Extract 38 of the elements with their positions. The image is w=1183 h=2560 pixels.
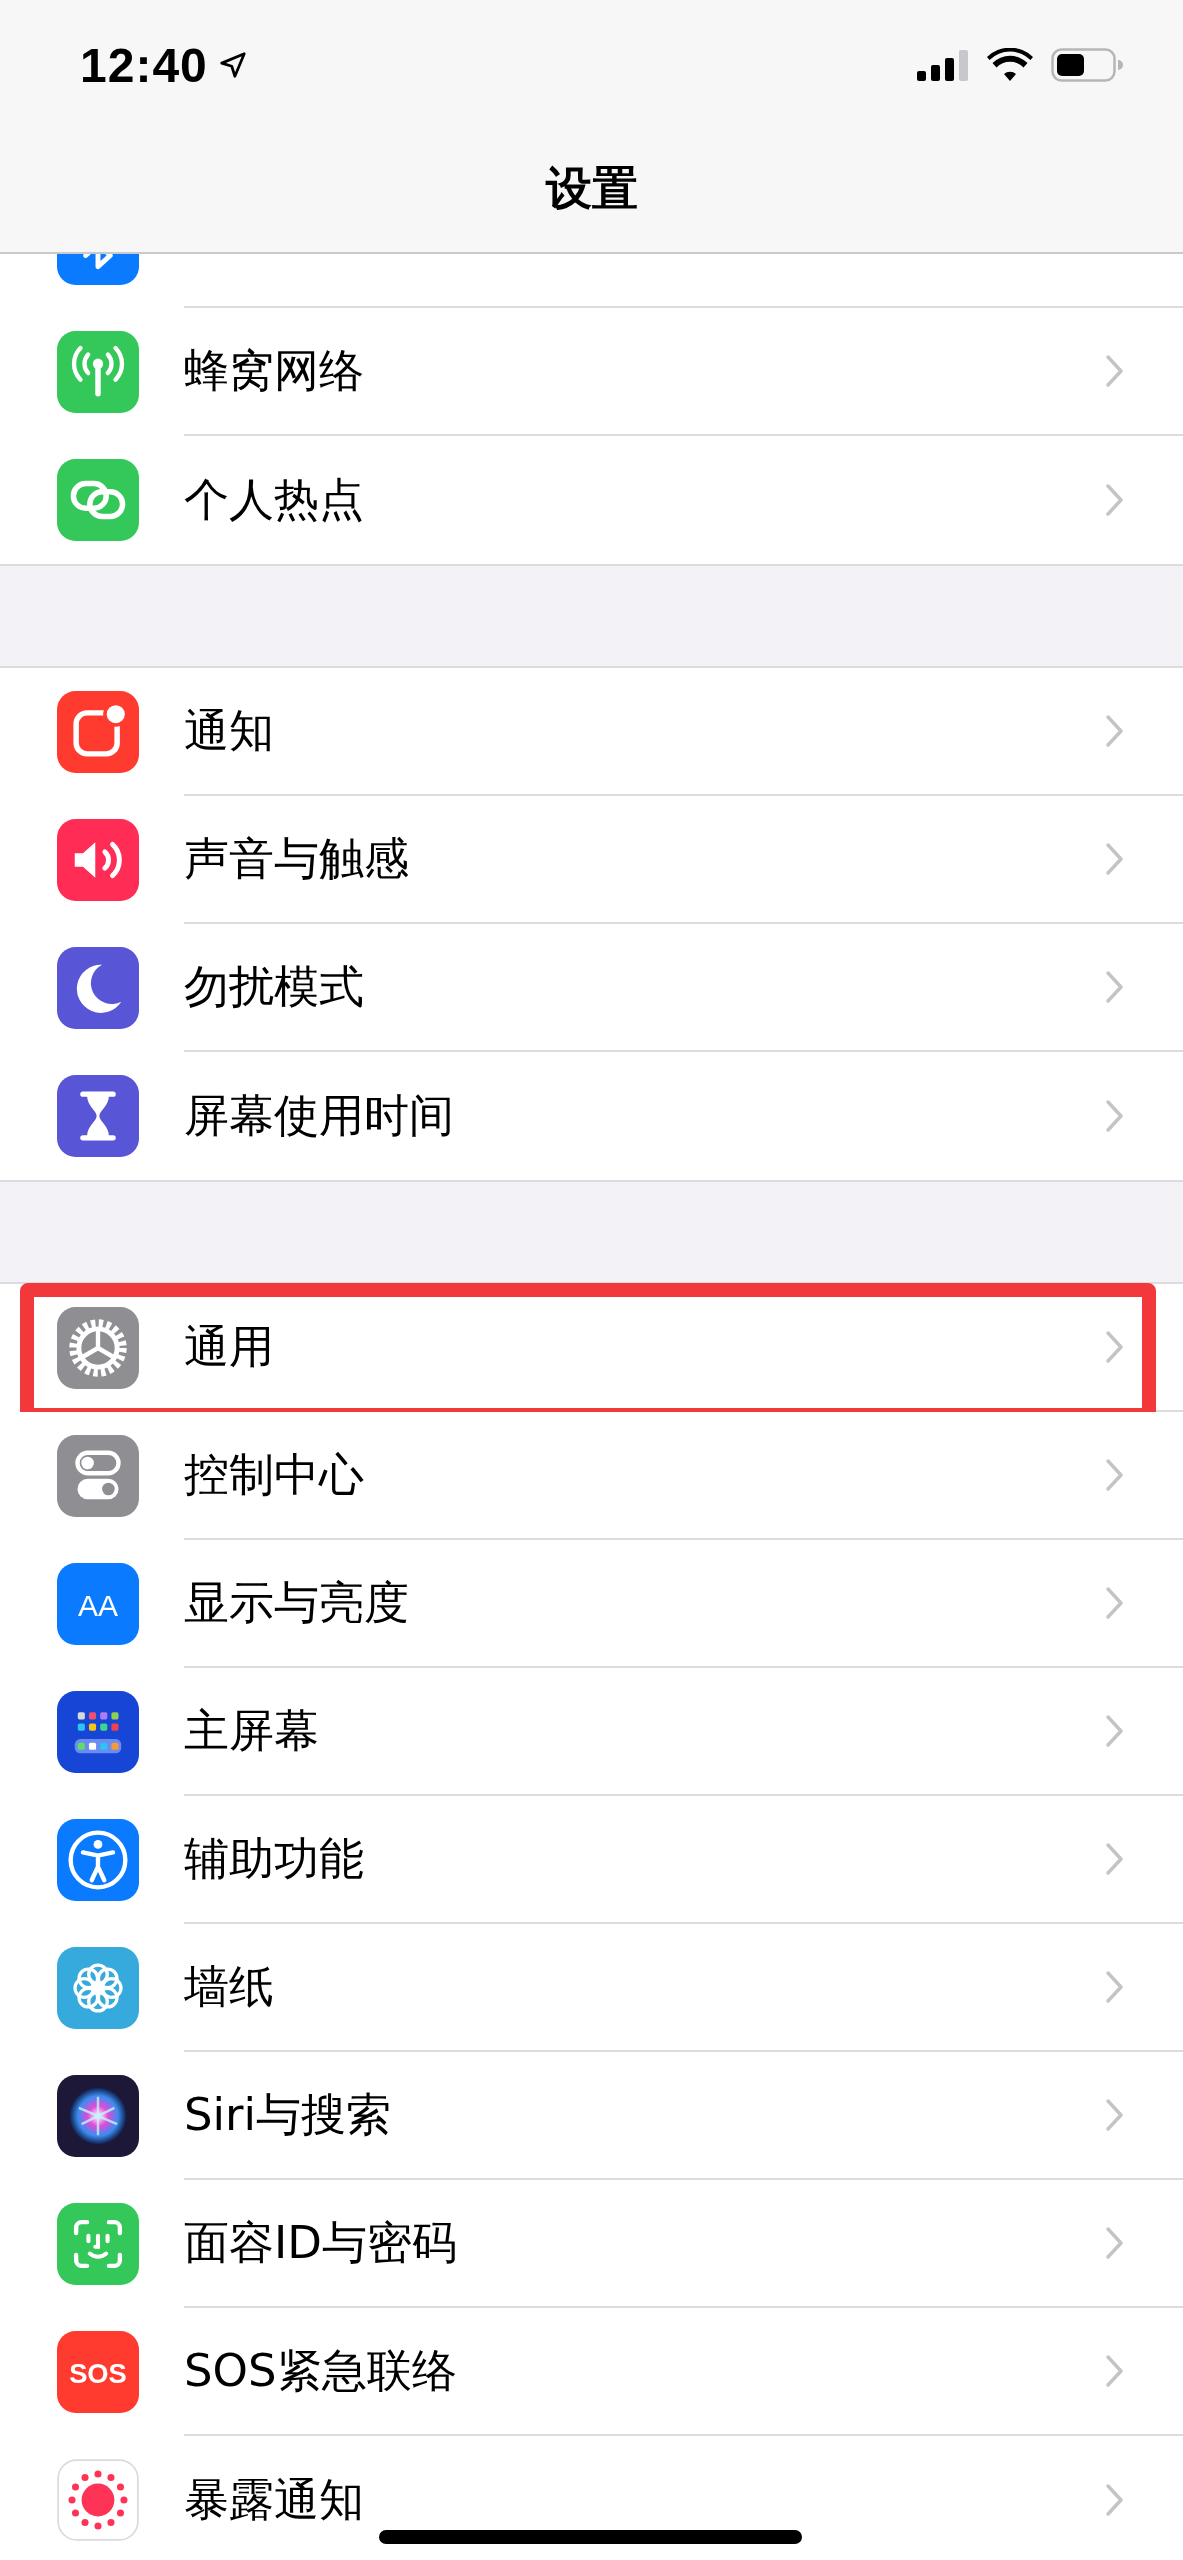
hourglass-icon xyxy=(57,1075,139,1157)
link-icon xyxy=(57,459,139,541)
text-size-icon: AA xyxy=(57,1563,139,1645)
sos-icon: SOS xyxy=(57,2331,139,2413)
chevron-icon xyxy=(1105,2354,1125,2388)
chevron-icon xyxy=(1105,842,1125,876)
chevron-icon xyxy=(1105,714,1125,748)
page-title: 设置 xyxy=(544,160,639,217)
battery-icon xyxy=(1051,48,1123,82)
wifi-icon xyxy=(987,48,1033,82)
flower-icon xyxy=(57,1947,139,2029)
location-arrow-icon xyxy=(217,50,248,80)
chevron-icon xyxy=(1105,1842,1125,1876)
antenna-icon xyxy=(57,331,139,413)
chevron-icon xyxy=(1105,970,1125,1004)
signal-icon xyxy=(917,49,969,81)
notification-icon xyxy=(57,691,139,773)
gear-icon xyxy=(57,1307,139,1389)
face-id-icon xyxy=(57,2203,139,2285)
chevron-icon xyxy=(1105,1714,1125,1748)
app-grid-icon xyxy=(57,1691,139,1773)
chevron-icon xyxy=(1105,1330,1125,1364)
chevron-icon xyxy=(1105,1586,1125,1620)
siri-icon xyxy=(57,2075,139,2157)
toggles-icon xyxy=(57,1435,139,1517)
chevron-icon xyxy=(1105,483,1125,517)
chevron-icon xyxy=(1105,2098,1125,2132)
accessibility-icon xyxy=(57,1819,139,1901)
chevron-icon xyxy=(1105,2483,1125,2517)
moon-icon xyxy=(57,947,139,1029)
chevron-icon xyxy=(1105,1970,1125,2004)
sun-icon xyxy=(57,2459,139,2541)
chevron-icon xyxy=(1105,1099,1125,1133)
chevron-icon xyxy=(1105,354,1125,388)
status-time: 12:40 xyxy=(80,37,209,93)
chevron-icon xyxy=(1105,2226,1125,2260)
speaker-icon xyxy=(57,819,139,901)
chevron-icon xyxy=(1105,1458,1125,1492)
